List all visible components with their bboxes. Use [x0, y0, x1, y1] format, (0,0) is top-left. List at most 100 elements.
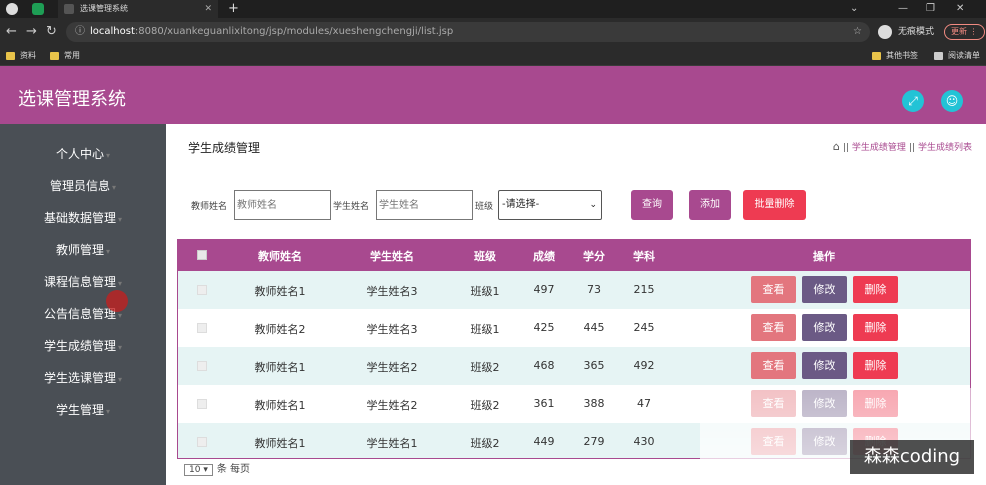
- bookmark-folder[interactable]: 其他书签: [872, 50, 918, 62]
- page-size-select[interactable]: 10 ▾: [184, 464, 213, 476]
- sidebar-item-course-selection[interactable]: 学生选课管理 ▾: [0, 366, 166, 390]
- sidebar-item-base-data[interactable]: 基础数据管理 ▾: [0, 206, 166, 230]
- cell-teacher: 教师姓名2: [254, 323, 306, 336]
- sidebar-item-teachers[interactable]: 教师管理 ▾: [0, 238, 166, 262]
- view-button[interactable]: 查看: [751, 352, 796, 379]
- sidebar-item-label: 基础数据管理: [43, 211, 116, 225]
- home-icon[interactable]: ⌂: [833, 140, 840, 153]
- cell-teacher: 教师姓名1: [254, 437, 306, 450]
- cell-score: 497: [533, 283, 555, 296]
- breadcrumb: ⌂ || 学生成绩管理 || 学生成绩列表: [833, 140, 972, 153]
- breadcrumb-item[interactable]: 学生成绩管理: [852, 143, 906, 153]
- class-select[interactable]: -请选择- ⌄: [498, 190, 602, 220]
- edit-button[interactable]: 修改: [802, 352, 847, 379]
- app-title: 选课管理系统: [18, 89, 126, 110]
- cell-student: 学生姓名1: [366, 437, 418, 450]
- teacher-name-input[interactable]: [234, 190, 331, 220]
- cell-score: 468: [533, 359, 555, 372]
- student-name-input[interactable]: [376, 190, 473, 220]
- column-header: 学生姓名: [370, 250, 414, 263]
- column-header: 学分: [583, 250, 605, 263]
- pinned-sheet-icon[interactable]: [32, 3, 44, 15]
- fullscreen-icon[interactable]: ⤢: [902, 90, 924, 112]
- page-size-value: 10: [189, 465, 201, 475]
- column-header: 班级: [474, 250, 496, 263]
- delete-button[interactable]: 删除: [853, 276, 898, 303]
- browser-tab-bar: 选课管理系统 ✕ + ⌄ — ❐ ✕: [0, 0, 986, 18]
- close-window-icon[interactable]: ✕: [956, 0, 964, 18]
- sidebar-item-student-scores[interactable]: 学生成绩管理 ▾: [0, 334, 166, 358]
- delete-button[interactable]: 删除: [853, 314, 898, 341]
- view-button[interactable]: 查看: [751, 276, 796, 303]
- reading-list[interactable]: 阅读清单: [934, 50, 980, 62]
- user-icon[interactable]: ☺: [941, 90, 963, 112]
- new-tab-icon[interactable]: +: [228, 0, 239, 17]
- cell-teacher: 教师姓名1: [254, 285, 306, 298]
- sidebar-item-courses[interactable]: 课程信息管理 ▾: [0, 270, 166, 294]
- sidebar-item-admin-info[interactable]: 管理员信息 ▾: [0, 174, 166, 198]
- row-checkbox[interactable]: [197, 285, 207, 295]
- cell-student: 学生姓名3: [366, 285, 418, 298]
- column-header: 教师姓名: [258, 250, 302, 263]
- view-button[interactable]: 查看: [751, 314, 796, 341]
- row-checkbox[interactable]: [197, 437, 207, 447]
- restore-icon[interactable]: ❐: [926, 0, 935, 18]
- update-button[interactable]: 更新 ⋮: [944, 24, 985, 40]
- browser-tab[interactable]: 选课管理系统 ✕: [58, 0, 218, 18]
- cell-class: 班级1: [470, 285, 500, 298]
- breadcrumb-item[interactable]: 学生成绩列表: [918, 143, 972, 153]
- breadcrumb-separator: ||: [842, 143, 849, 153]
- student-name-label: 学生姓名: [333, 202, 370, 212]
- select-all-checkbox[interactable]: [197, 250, 207, 260]
- table-row: 教师姓名2 学生姓名3 班级1 425 445 245 查看 修改 删除: [178, 309, 970, 347]
- bookmark-label: 资料: [20, 51, 36, 60]
- edit-button[interactable]: 修改: [802, 276, 847, 303]
- caret-down-icon: ▾: [118, 215, 123, 224]
- url-input[interactable]: ⓘ localhost:8080/xuankeguanlixitong/jsp/…: [66, 22, 870, 42]
- cell-credit: 365: [583, 359, 605, 372]
- reload-icon[interactable]: ↻: [46, 24, 57, 39]
- bookmark-star-icon[interactable]: ☆: [853, 22, 862, 42]
- forward-icon[interactable]: →: [26, 24, 37, 39]
- bookmark-folder[interactable]: 资料: [6, 50, 36, 62]
- sidebar-item-students[interactable]: 学生管理 ▾: [0, 398, 166, 422]
- class-select-value: -请选择-: [502, 199, 540, 210]
- cell-student: 学生姓名2: [366, 361, 418, 374]
- delete-button[interactable]: 删除: [853, 352, 898, 379]
- breadcrumb-separator: ||: [908, 143, 915, 153]
- minimize-icon[interactable]: —: [898, 0, 908, 18]
- pagination: 10 ▾ 条 每页: [184, 460, 250, 476]
- tab-search-icon[interactable]: ⌄: [850, 0, 858, 18]
- add-button[interactable]: 添加: [689, 190, 731, 220]
- update-label: 更新: [951, 27, 967, 36]
- address-bar: ← → ↻ ⓘ localhost:8080/xuankeguanlixiton…: [0, 18, 986, 46]
- class-label: 班级: [475, 202, 494, 212]
- cell-credit: 388: [583, 397, 605, 410]
- search-button[interactable]: 查询: [631, 190, 673, 220]
- back-icon[interactable]: ←: [6, 24, 17, 39]
- sidebar-item-personal-center[interactable]: 个人中心 ▾: [0, 142, 166, 166]
- table-header: 教师姓名 学生姓名 班级 成绩 学分 学科 操作: [178, 239, 970, 271]
- site-info-icon[interactable]: ⓘ: [75, 22, 85, 42]
- row-checkbox[interactable]: [197, 399, 207, 409]
- row-checkbox[interactable]: [197, 323, 207, 333]
- incognito-profile[interactable]: 无痕模式: [878, 23, 934, 41]
- row-checkbox[interactable]: [197, 361, 207, 371]
- batch-delete-button[interactable]: 批量删除: [743, 190, 806, 220]
- tab-close-icon[interactable]: ✕: [204, 0, 212, 18]
- cell-score: 361: [533, 397, 555, 410]
- cell-credit: 73: [587, 283, 601, 296]
- edit-button[interactable]: 修改: [802, 314, 847, 341]
- sidebar-item-label: 个人中心: [55, 147, 104, 161]
- cell-subject: 47: [637, 397, 651, 410]
- column-header: 成绩: [533, 250, 555, 263]
- profile-label: 无痕模式: [898, 27, 935, 37]
- bookmark-folder[interactable]: 常用: [50, 50, 80, 62]
- cell-credit: 445: [583, 321, 605, 334]
- cell-teacher: 教师姓名1: [254, 361, 306, 374]
- bookmark-label: 常用: [64, 51, 80, 60]
- sidebar-item-announcements[interactable]: 公告信息管理 ▾: [0, 302, 166, 326]
- cell-subject: 215: [633, 283, 655, 296]
- sidebar-item-label: 公告信息管理: [43, 307, 116, 321]
- pinned-tab-icon[interactable]: [6, 3, 18, 15]
